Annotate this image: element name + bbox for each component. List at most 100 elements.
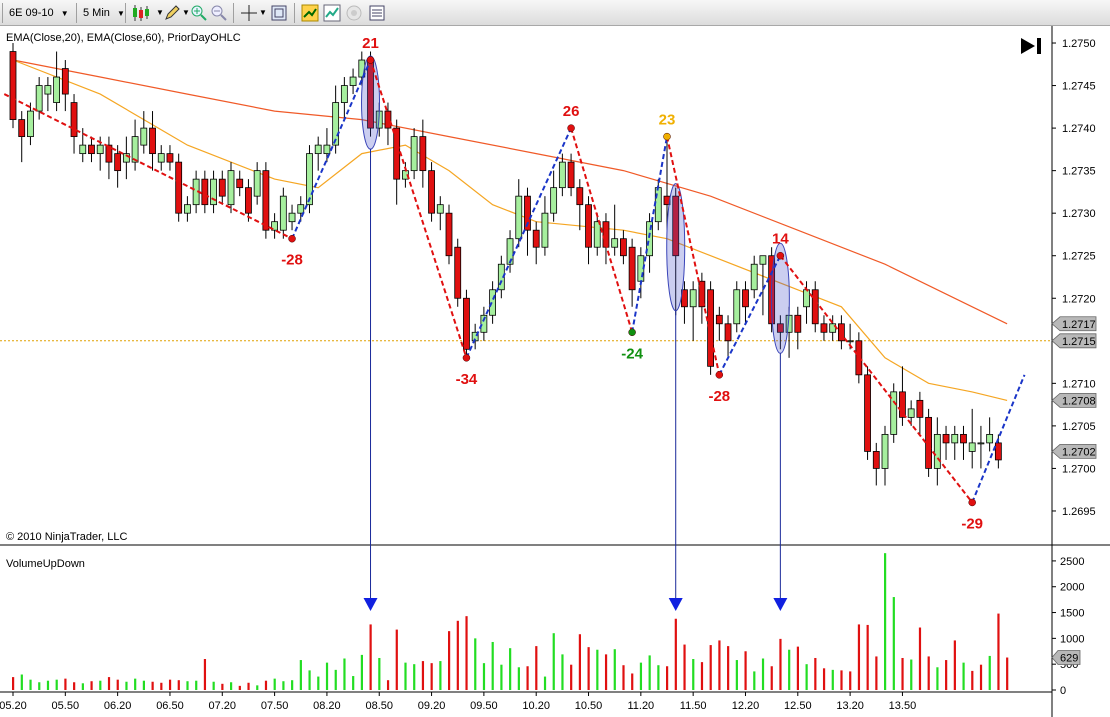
volume-bar xyxy=(264,680,268,690)
candle xyxy=(445,204,453,265)
volume-bar xyxy=(840,670,843,690)
volume-tick-label: 1500 xyxy=(1060,608,1084,620)
chevron-down-icon[interactable]: ▼ xyxy=(182,8,190,17)
zoom-out-icon[interactable] xyxy=(210,4,228,22)
volume-bar xyxy=(674,618,677,690)
candle-body xyxy=(262,170,270,231)
instrument-selector[interactable]: 6E 09-10 ▼ xyxy=(9,4,69,22)
chart-area[interactable]: EMA(Close,20), EMA(Close,60), PriorDayOH… xyxy=(0,26,1110,717)
volume-bar xyxy=(822,668,826,690)
chevron-down-icon: ▼ xyxy=(116,9,125,18)
candle-body xyxy=(332,102,340,146)
toolbar-separator xyxy=(294,3,295,23)
time-tick-label: 05.20 xyxy=(0,700,27,712)
time-tick-label: 10.20 xyxy=(522,700,550,712)
volume-bar xyxy=(631,673,634,690)
swing-label: 23 xyxy=(659,112,676,129)
volume-bar xyxy=(116,679,119,690)
price-tick-label: 1.2710 xyxy=(1062,378,1096,390)
volume-bar xyxy=(151,681,154,690)
candle-body xyxy=(436,204,444,214)
price-marker-label: 1.2708 xyxy=(1062,395,1096,407)
volume-bar xyxy=(849,671,852,690)
candlestick-icon[interactable] xyxy=(131,4,155,22)
swing-point xyxy=(366,56,375,64)
volume-bar xyxy=(421,661,425,690)
candle-body xyxy=(611,238,619,248)
swing-point xyxy=(776,251,785,260)
volume-bar xyxy=(160,682,163,690)
volume-bar xyxy=(90,681,93,690)
candle-body xyxy=(750,263,758,291)
candle-body xyxy=(463,297,470,350)
volume-bar xyxy=(500,664,503,690)
time-tick-label: 07.50 xyxy=(261,700,289,712)
price-marker-label: 1.2717 xyxy=(1062,319,1096,331)
data-box-icon[interactable] xyxy=(368,4,386,22)
candle-body xyxy=(314,144,322,155)
volume-bar xyxy=(195,680,198,690)
volume-bar xyxy=(683,644,686,690)
volume-bar xyxy=(168,679,172,690)
zoom-in-icon[interactable] xyxy=(190,4,208,22)
time-tick-label: 08.50 xyxy=(365,700,393,712)
candle-body xyxy=(201,178,209,206)
volume-bar xyxy=(482,663,486,690)
candle-body xyxy=(907,408,915,418)
volume-bar xyxy=(936,667,939,690)
volume-bar xyxy=(700,662,704,690)
volume-bar xyxy=(20,674,23,690)
properties-icon[interactable] xyxy=(270,4,288,22)
candle-body xyxy=(881,433,889,469)
candle-body xyxy=(567,161,575,189)
volume-bar xyxy=(866,624,869,690)
swing-point xyxy=(462,354,471,362)
time-tick-label: 06.20 xyxy=(104,700,132,712)
volume-bar xyxy=(273,678,276,690)
crosshair-icon[interactable] xyxy=(240,4,258,22)
volume-marker: 629 xyxy=(1051,650,1081,665)
disabled-icon[interactable] xyxy=(345,4,363,22)
interval-selector[interactable]: 5 Min ▼ xyxy=(83,4,125,22)
time-tick-label: 12.20 xyxy=(732,700,760,712)
volume-bar xyxy=(369,624,372,690)
volume-bar xyxy=(55,679,58,690)
volume-bar xyxy=(81,683,84,690)
chevron-down-icon[interactable]: ▼ xyxy=(259,8,267,17)
volume-bar xyxy=(709,645,712,690)
volume-bar xyxy=(413,664,416,690)
volume-bar xyxy=(308,670,311,690)
price-tick-label: 1.2750 xyxy=(1062,38,1096,50)
candle-body xyxy=(951,433,959,444)
candle-body xyxy=(715,314,723,325)
time-tick-label: 09.20 xyxy=(418,700,446,712)
candle-body xyxy=(96,144,104,155)
candle-body xyxy=(288,212,296,223)
candle-body xyxy=(759,255,767,265)
strategy-icon[interactable] xyxy=(301,4,319,22)
swing-point xyxy=(715,371,724,379)
candle-body xyxy=(541,212,549,248)
volume-bar xyxy=(317,676,320,690)
candle-body xyxy=(218,178,226,197)
volume-bar xyxy=(325,662,329,690)
volume-bar xyxy=(788,649,791,690)
candle-body xyxy=(515,195,523,240)
pencil-icon[interactable] xyxy=(163,4,181,22)
volume-bar xyxy=(666,666,669,690)
price-tick-label: 1.2740 xyxy=(1062,123,1096,135)
volume-bar xyxy=(971,670,974,690)
candle xyxy=(262,162,270,239)
volume-bar xyxy=(221,683,224,690)
price-marker: 1.2702 xyxy=(1051,444,1097,459)
candle-body xyxy=(742,289,749,308)
time-tick-label: 08.20 xyxy=(313,700,341,712)
swing-label: -34 xyxy=(456,371,478,388)
volume-bar xyxy=(570,664,573,690)
chart-trader-icon[interactable] xyxy=(323,4,341,22)
volume-bar xyxy=(73,682,76,690)
swing-label: -24 xyxy=(621,345,643,362)
time-tick-label: 11.20 xyxy=(627,700,654,712)
volume-tick-label: 2000 xyxy=(1060,582,1084,594)
price-tick-label: 1.2745 xyxy=(1062,81,1096,93)
